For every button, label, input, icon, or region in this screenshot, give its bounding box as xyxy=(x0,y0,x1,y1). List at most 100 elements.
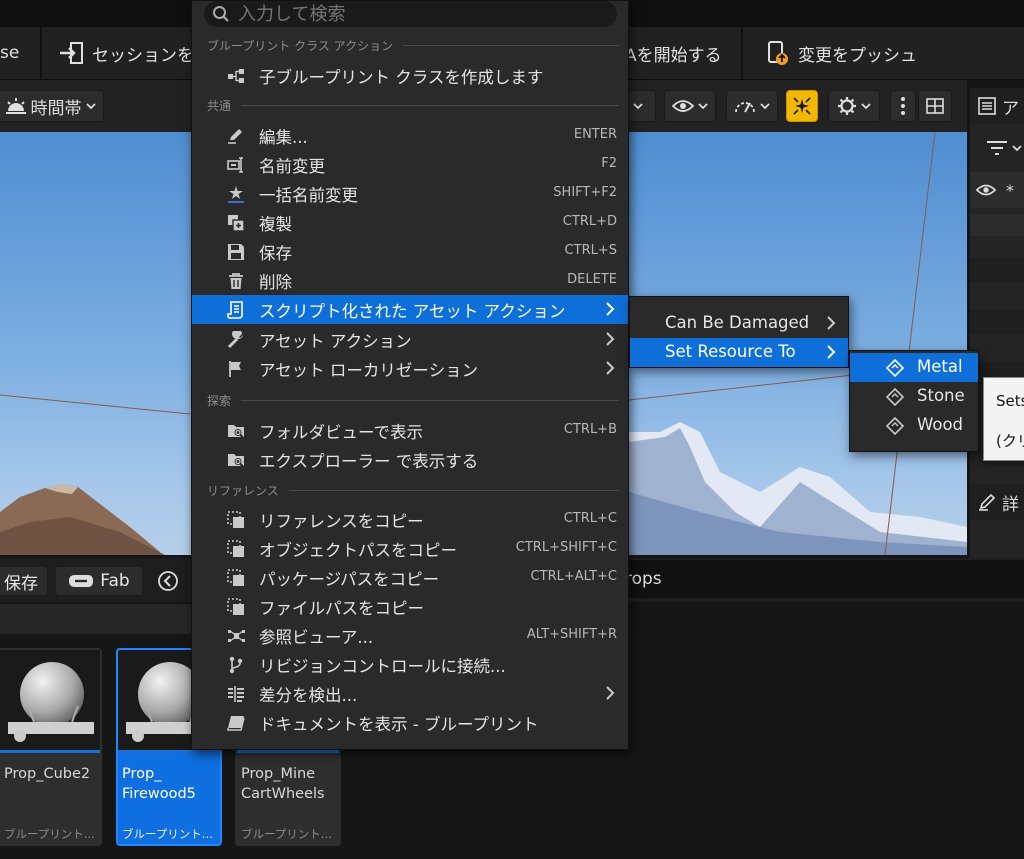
menu-item-label: リファレンスをコピー xyxy=(259,512,424,531)
menu-item-label: Can Be Damaged xyxy=(665,313,810,332)
hierarchy-icon xyxy=(228,69,244,83)
asset-type: ブループリント... xyxy=(122,827,213,841)
menu-item-copy-reference[interactable]: リファレンスをコピー CTRL+C xyxy=(192,505,628,534)
tooltip-line: (クリ xyxy=(996,432,1024,450)
menu-item-label: リビジョンコントロールに接続... xyxy=(259,657,506,676)
back-arrow-icon[interactable] xyxy=(157,570,179,592)
details-pencil-icon xyxy=(979,493,996,511)
details-tab[interactable]: 詳 xyxy=(970,484,1024,520)
menu-item-show-in-folder[interactable]: フォルダビューで表示 CTRL+B xyxy=(192,416,628,445)
menu-item-copy-package-path[interactable]: パッケージパスをコピー CTRL+ALT+C xyxy=(192,563,628,592)
asset-type: ブループリント... xyxy=(241,827,332,841)
start-button-label: Aを開始する xyxy=(625,45,722,66)
time-of-day-label: 時間帯 xyxy=(30,98,82,119)
menu-item-wood[interactable]: Wood xyxy=(850,411,978,440)
chevron-down-icon xyxy=(1012,145,1022,152)
menu-item-metal[interactable]: Metal xyxy=(850,353,978,382)
asset-tile[interactable]: Prop_Cube2 ブループリント... xyxy=(0,648,102,846)
toolbar-left-button[interactable]: se xyxy=(0,27,19,79)
diff-icon xyxy=(228,686,244,702)
rename-icon xyxy=(227,157,243,173)
toolbar-divider xyxy=(40,27,42,79)
menu-item-create-child[interactable]: 子ブループリント クラスを作成します xyxy=(192,61,628,90)
menu-item-duplicate[interactable]: 複製 CTRL+D xyxy=(192,208,628,237)
asset-type: ブループリント... xyxy=(4,827,95,841)
menu-item-label: アセット アクション xyxy=(259,332,412,351)
menu-item-label: 差分を検出... xyxy=(259,686,358,705)
outliner-tab[interactable]: ア xyxy=(970,88,1024,124)
function-diamond-icon xyxy=(886,388,904,406)
push-changes-icon xyxy=(768,41,788,65)
filter-icon xyxy=(987,141,1007,155)
menu-item-edit[interactable]: 編集... ENTER xyxy=(192,121,628,150)
push-changes-button[interactable]: 変更をプッシュ xyxy=(766,27,917,79)
menu-item-label: 編集... xyxy=(259,128,308,147)
menu-item-asset-actions[interactable]: アセット アクション xyxy=(192,325,628,354)
path-segment[interactable]: rops xyxy=(625,569,662,589)
menu-item-can-be-damaged[interactable]: Can Be Damaged xyxy=(630,309,848,338)
menu-item-label: 参照ビューア... xyxy=(259,628,374,647)
session-button[interactable]: セッションを終 xyxy=(58,27,211,79)
menu-item-documentation[interactable]: ドキュメントを表示 - ブループリント xyxy=(192,708,628,737)
details-tab-label: 詳 xyxy=(1002,494,1019,515)
menu-item-diff[interactable]: 差分を検出... xyxy=(192,679,628,708)
outliner-filter-button[interactable] xyxy=(970,130,1024,166)
outliner-panel: ア * 詳 xyxy=(970,88,1024,558)
menu-item-label: 子ブループリント クラスを作成します xyxy=(259,68,544,87)
content-browser-subbar xyxy=(0,604,200,634)
more-options-button[interactable] xyxy=(890,90,916,122)
menu-item-shortcut: ENTER xyxy=(573,127,617,142)
menu-search-box[interactable] xyxy=(204,1,617,27)
section-references: リファレンス xyxy=(207,482,619,498)
outliner-row[interactable] xyxy=(970,310,1024,334)
snap-toggle-button[interactable] xyxy=(786,90,818,122)
menu-item-stone[interactable]: Stone xyxy=(850,382,978,411)
start-button[interactable]: Aを開始する xyxy=(625,27,722,79)
chevron-right-icon xyxy=(827,316,836,330)
save-all-button[interactable]: 保存 xyxy=(0,566,48,596)
menu-item-show-in-explorer[interactable]: エクスプローラー で表示する xyxy=(192,445,628,474)
menu-item-localization[interactable]: アセット ローカリゼーション xyxy=(192,354,628,383)
menu-item-copy-object-path[interactable]: オブジェクトパスをコピー CTRL+SHIFT+C xyxy=(192,534,628,563)
duplicate-icon xyxy=(228,215,245,232)
outliner-row[interactable] xyxy=(970,214,1024,236)
floppy-disk-icon xyxy=(228,244,244,260)
menu-item-scripted-actions[interactable]: スクリプト化された アセット アクション xyxy=(192,295,628,324)
menu-item-rename[interactable]: 名前変更 F2 xyxy=(192,150,628,179)
menu-item-set-resource-to[interactable]: Set Resource To xyxy=(630,338,848,367)
asset-type-stripe xyxy=(118,750,220,753)
asset-type-stripe xyxy=(0,750,100,753)
asset-thumbnail xyxy=(0,650,100,750)
scalability-dropdown[interactable] xyxy=(726,90,778,122)
menu-item-label: ファイルパスをコピー xyxy=(259,599,424,618)
copy-path-icon xyxy=(227,598,244,615)
menu-item-copy-file-path[interactable]: ファイルパスをコピー xyxy=(192,592,628,621)
trash-icon xyxy=(229,273,243,289)
menu-item-label: エクスプローラー で表示する xyxy=(259,452,479,471)
menu-item-reference-viewer[interactable]: 参照ビューア... ALT+SHIFT+R xyxy=(192,621,628,650)
section-blueprint-class: ブループリント クラス アクション xyxy=(207,37,619,53)
menu-item-bulk-rename[interactable]: 一括名前変更 SHIFT+F2 xyxy=(192,179,628,208)
time-of-day-dropdown[interactable]: 時間帯 xyxy=(0,90,104,122)
layout-button[interactable] xyxy=(918,90,952,122)
flag-icon xyxy=(229,361,241,377)
wrench-icon xyxy=(227,331,243,349)
menu-search-input[interactable] xyxy=(238,3,598,25)
menu-item-label: 複製 xyxy=(259,215,292,234)
chevron-right-icon xyxy=(606,332,615,346)
section-common: 共通 xyxy=(207,97,619,113)
menu-item-source-control[interactable]: リビジョンコントロールに接続... xyxy=(192,650,628,679)
show-flags-dropdown[interactable] xyxy=(664,90,716,122)
menu-item-delete[interactable]: 削除 DELETE xyxy=(192,266,628,295)
menu-item-save[interactable]: 保存 CTRL+S xyxy=(192,237,628,266)
chevron-right-icon xyxy=(606,361,615,375)
menu-item-label: オブジェクトパスをコピー xyxy=(259,541,457,560)
outliner-row[interactable] xyxy=(970,258,1024,282)
fab-button[interactable]: Fab xyxy=(55,566,143,596)
settings-dropdown[interactable] xyxy=(828,90,880,122)
script-icon xyxy=(227,301,243,319)
section-divider xyxy=(241,399,619,401)
fab-logo-icon xyxy=(69,575,94,587)
chevron-down-icon xyxy=(85,103,96,110)
eye-icon[interactable] xyxy=(976,183,996,197)
